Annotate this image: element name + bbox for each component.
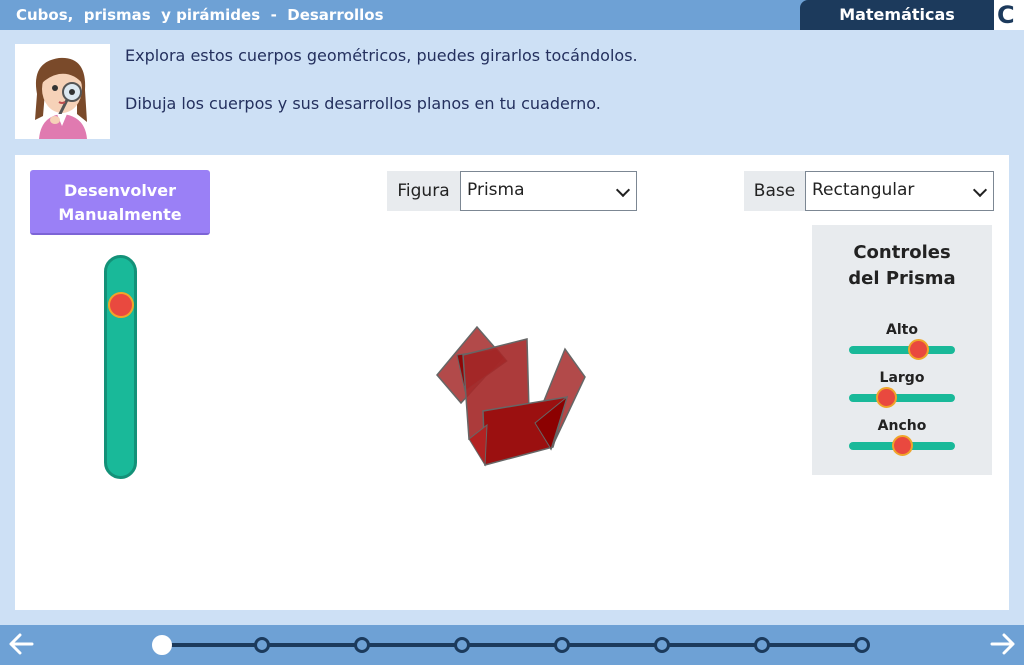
largo-slider[interactable] — [849, 387, 955, 408]
largo-label: Largo — [879, 370, 925, 386]
header-bar: Cubos, prismas y pirámides - Desarrollos… — [0, 0, 1024, 30]
progress-step-dot[interactable] — [754, 637, 770, 653]
arrow-right-icon[interactable] — [988, 629, 1018, 665]
figure-select[interactable]: Prisma — [460, 171, 637, 211]
progress-step-dot[interactable] — [354, 637, 370, 653]
base-select-value: Rectangular — [812, 180, 915, 200]
ancho-slider-knob[interactable] — [892, 435, 913, 456]
controls-title: Controles del Prisma — [848, 242, 956, 289]
subject-label: Matemáticas — [800, 0, 994, 30]
progress-step-dot[interactable] — [654, 637, 670, 653]
logo: C — [994, 0, 1024, 30]
teacher-avatar-icon — [35, 57, 87, 139]
footer-bar — [0, 625, 1024, 665]
base-select[interactable]: Rectangular — [805, 171, 994, 211]
largo-slider-knob[interactable] — [876, 387, 897, 408]
chevron-down-icon — [615, 182, 631, 198]
progress-step-dot[interactable] — [152, 635, 172, 655]
progress-step-dot[interactable] — [454, 637, 470, 653]
ancho-slider[interactable] — [849, 435, 955, 456]
prism-net-3d[interactable] — [435, 315, 595, 475]
base-label: Base — [744, 171, 805, 211]
progress-step-dot[interactable] — [554, 637, 570, 653]
figure-label: Figura — [387, 171, 460, 211]
instruction-line-1: Explora estos cuerpos geométricos, puede… — [125, 46, 638, 65]
progress-step-dot[interactable] — [254, 637, 270, 653]
figure-select-value: Prisma — [467, 180, 525, 200]
chevron-down-icon — [972, 182, 988, 198]
main-panel: Desenvolver Manualmente Figura Prisma Bas… — [15, 155, 1009, 610]
logo-letter: C — [997, 1, 1015, 29]
unfold-slider[interactable] — [104, 255, 137, 479]
teacher-avatar — [15, 44, 110, 139]
unfold-manually-button[interactable]: Desenvolver Manualmente — [30, 170, 210, 235]
ancho-label: Ancho — [877, 418, 927, 434]
alto-label: Alto — [886, 322, 918, 338]
prism-controls-panel: Controles del Prisma Alto Largo Ancho — [812, 225, 992, 475]
instruction-line-2: Dibuja los cuerpos y sus desarrollos pla… — [125, 94, 601, 113]
alto-slider[interactable] — [849, 339, 955, 360]
progress-step-dot[interactable] — [854, 637, 870, 653]
alto-slider-knob[interactable] — [908, 339, 929, 360]
arrow-left-icon[interactable] — [6, 629, 36, 665]
page-title: Cubos, prismas y pirámides - Desarrollos — [16, 6, 384, 24]
unfold-slider-knob[interactable] — [108, 292, 134, 318]
